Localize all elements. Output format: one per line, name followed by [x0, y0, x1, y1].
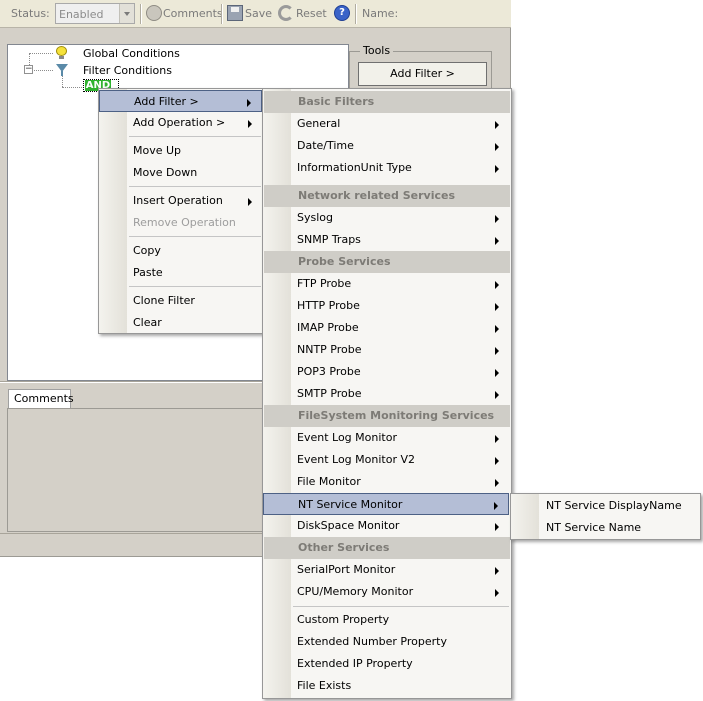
- save-button[interactable]: Save: [245, 7, 272, 20]
- menu-item-remove-operation: Remove Operation: [133, 216, 236, 229]
- menu-item-smtp-probe[interactable]: SMTP Probe: [263, 383, 509, 405]
- menu-item-snmp-traps[interactable]: SNMP Traps: [263, 229, 509, 251]
- menu-item-move-down[interactable]: Move Down: [99, 162, 262, 184]
- submenu-arrow-icon: [248, 120, 252, 128]
- menu-item-serialport-monitor[interactable]: SerialPort Monitor: [263, 559, 509, 581]
- tree-item-filter-conditions[interactable]: Filter Conditions: [83, 64, 172, 77]
- menu-item-extended-ip-property[interactable]: Extended IP Property: [263, 653, 509, 675]
- menu-item-imap-probe[interactable]: IMAP Probe: [263, 317, 509, 339]
- tree-connector: [62, 87, 82, 88]
- menu-item-copy[interactable]: Copy: [99, 240, 262, 262]
- tab-comments[interactable]: Comments: [8, 389, 74, 409]
- help-icon[interactable]: ?: [334, 5, 350, 21]
- toolbar-separator: [355, 4, 357, 24]
- menu-item-custom-property[interactable]: Custom Property: [263, 609, 509, 631]
- menu-separator: [293, 606, 509, 607]
- menu-item-nntp-probe[interactable]: NNTP Probe: [263, 339, 509, 361]
- submenu-arrow-icon: [495, 165, 499, 173]
- save-icon: [227, 5, 243, 21]
- menu-separator: [129, 186, 261, 187]
- menu-header-network-services: Network related Services: [264, 185, 510, 207]
- submenu-arrow-icon: [495, 589, 499, 597]
- submenu-arrow-icon: [495, 457, 499, 465]
- chevron-down-icon[interactable]: [119, 4, 134, 23]
- menu-item-event-log-monitor-v2[interactable]: Event Log Monitor V2: [263, 449, 509, 471]
- nt-service-submenu: NT Service DisplayName NT Service Name: [510, 493, 701, 540]
- status-select-value: Enabled: [59, 8, 104, 21]
- submenu-arrow-icon: [495, 435, 499, 443]
- menu-item-clone-filter[interactable]: Clone Filter: [99, 290, 262, 312]
- submenu-arrow-icon: [495, 567, 499, 575]
- tools-group-label: Tools: [360, 44, 394, 57]
- menu-item-nt-service-monitor[interactable]: NT Service Monitor: [263, 493, 509, 515]
- status-select[interactable]: Enabled: [55, 3, 135, 24]
- name-label: Name:: [362, 7, 399, 20]
- menu-item-insert-operation[interactable]: Insert Operation: [99, 190, 262, 212]
- submenu-arrow-icon: [495, 143, 499, 151]
- menu-separator: [129, 236, 261, 237]
- menu-item-nt-service-name[interactable]: NT Service Name: [511, 517, 700, 539]
- lightbulb-icon: [56, 46, 68, 59]
- toolbar-separator: [140, 4, 142, 24]
- menu-item-clear[interactable]: Clear: [99, 312, 262, 334]
- submenu-arrow-icon: [495, 479, 499, 487]
- menu-item-diskspace-monitor[interactable]: DiskSpace Monitor: [263, 515, 509, 537]
- reset-icon: [278, 5, 294, 21]
- submenu-arrow-icon: [495, 391, 499, 399]
- menu-item-general[interactable]: General: [263, 113, 509, 135]
- menu-header-other-services: Other Services: [264, 537, 510, 559]
- menu-item-file-exists[interactable]: File Exists: [263, 675, 509, 697]
- menu-item-syslog[interactable]: Syslog: [263, 207, 509, 229]
- submenu-arrow-icon: [495, 369, 499, 377]
- funnel-icon: [56, 64, 68, 76]
- menu-header-basic-filters: Basic Filters: [264, 91, 510, 113]
- menu-item-add-filter[interactable]: Add Filter >: [99, 90, 262, 112]
- submenu-arrow-icon: [495, 215, 499, 223]
- comments-icon: [146, 5, 162, 21]
- submenu-arrow-icon: [495, 523, 499, 531]
- menu-separator: [129, 286, 261, 287]
- add-filter-button[interactable]: Add Filter >: [358, 62, 487, 86]
- submenu-arrow-icon: [495, 121, 499, 129]
- tree-connector: [34, 70, 53, 71]
- toolbar: Status: Enabled Comments Save Reset ? Na…: [0, 0, 511, 28]
- menu-item-ftp-probe[interactable]: FTP Probe: [263, 273, 509, 295]
- menu-header-filesystem-services: FileSystem Monitoring Services: [264, 405, 510, 427]
- submenu-arrow-icon: [495, 237, 499, 245]
- menu-header-probe-services: Probe Services: [264, 251, 510, 273]
- menu-item-informationunit-type[interactable]: InformationUnit Type: [263, 157, 509, 179]
- menu-item-pop3-probe[interactable]: POP3 Probe: [263, 361, 509, 383]
- menu-item-file-monitor[interactable]: File Monitor: [263, 471, 509, 493]
- submenu-arrow-icon: [248, 198, 252, 206]
- menu-separator: [129, 136, 261, 137]
- menu-item-cpu-memory-monitor[interactable]: CPU/Memory Monitor: [263, 581, 509, 603]
- status-label: Status:: [11, 7, 50, 20]
- menu-item-add-operation[interactable]: Add Operation >: [99, 112, 262, 134]
- tree-item-global-conditions[interactable]: Global Conditions: [83, 47, 180, 60]
- menu-item-date-time[interactable]: Date/Time: [263, 135, 509, 157]
- tree-context-menu: Add Filter > Add Operation > Move Up Mov…: [98, 88, 263, 334]
- comments-button[interactable]: Comments: [163, 7, 223, 20]
- submenu-arrow-icon: [495, 325, 499, 333]
- submenu-arrow-icon: [495, 281, 499, 289]
- submenu-arrow-icon: [247, 99, 251, 107]
- menu-item-http-probe[interactable]: HTTP Probe: [263, 295, 509, 317]
- menu-item-nt-service-displayname[interactable]: NT Service DisplayName: [511, 495, 700, 517]
- menu-item-extended-number-property[interactable]: Extended Number Property: [263, 631, 509, 653]
- menu-item-paste[interactable]: Paste: [99, 262, 262, 284]
- add-filter-submenu: Basic Filters General Date/Time Informat…: [262, 88, 512, 699]
- menu-item-move-up[interactable]: Move Up: [99, 140, 262, 162]
- menu-item-event-log-monitor[interactable]: Event Log Monitor: [263, 427, 509, 449]
- toolbar-separator: [221, 4, 223, 24]
- submenu-arrow-icon: [495, 303, 499, 311]
- tree-connector: [29, 53, 53, 54]
- reset-button[interactable]: Reset: [296, 7, 327, 20]
- submenu-arrow-icon: [494, 502, 498, 510]
- collapse-toggle[interactable]: −: [24, 65, 33, 74]
- comments-panel[interactable]: [7, 408, 263, 532]
- submenu-arrow-icon: [495, 347, 499, 355]
